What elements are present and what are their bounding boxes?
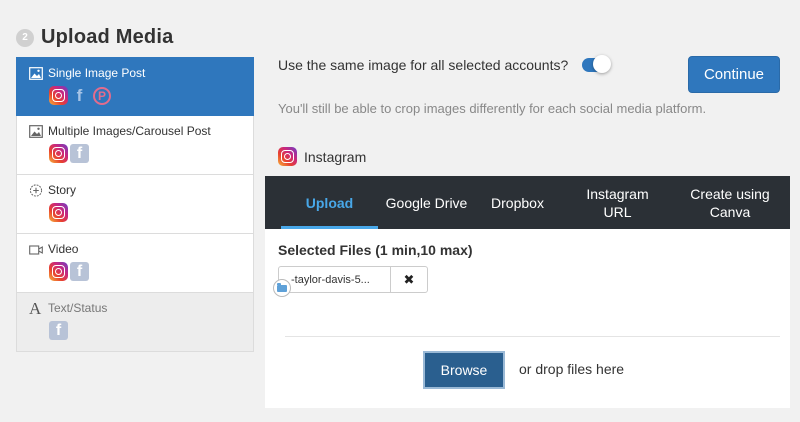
image-icon (29, 67, 43, 80)
page-title: Upload Media (41, 26, 174, 48)
pinterest-icon: P (93, 87, 111, 105)
network-name: Instagram (304, 148, 367, 165)
selected-file-chip: -taylor-davis-5... ✖ (278, 266, 428, 293)
network-header: Instagram (278, 147, 366, 166)
folder-icon (273, 279, 291, 297)
post-type-label: Video (48, 242, 79, 256)
facebook-icon: f (49, 321, 68, 340)
video-camera-icon (29, 245, 43, 255)
same-image-toggle[interactable] (582, 55, 612, 73)
post-type-list: Single Image Post f P Multiple Images/Ca… (16, 57, 254, 352)
step-header: 2 Upload Media (16, 26, 173, 49)
facebook-icon: f (70, 262, 89, 281)
instagram-icon (49, 86, 68, 105)
file-name: -taylor-davis-5... (279, 267, 391, 292)
upload-source-tabs: Upload Google Drive Dropbox Instagram UR… (265, 176, 790, 229)
instagram-icon (278, 147, 297, 166)
same-image-label: Use the same image for all selected acco… (278, 57, 569, 73)
upload-panel: Upload Google Drive Dropbox Instagram UR… (265, 176, 790, 408)
instagram-icon (49, 144, 68, 163)
drop-files-hint: or drop files here (519, 361, 625, 377)
images-icon (29, 125, 43, 138)
post-type-label: Text/Status (48, 301, 108, 315)
browse-button[interactable]: Browse (423, 351, 505, 389)
facebook-icon: f (76, 86, 83, 105)
same-image-row: Use the same image for all selected acco… (278, 55, 612, 73)
tab-instagram-url[interactable]: Instagram URL (560, 176, 675, 229)
close-icon: ✖ (403, 271, 415, 287)
divider (285, 336, 780, 337)
selected-files-label: Selected Files (1 min,10 max) (278, 242, 473, 258)
tab-dropbox[interactable]: Dropbox (475, 176, 560, 229)
facebook-icon: f (70, 144, 89, 163)
post-type-label: Story (48, 183, 77, 197)
crop-note: You'll still be able to crop images diff… (278, 101, 707, 116)
post-type-text-status[interactable]: A Text/Status f (16, 293, 254, 352)
story-plus-icon (29, 184, 43, 197)
instagram-icon (49, 203, 68, 222)
step-number-badge: 2 (16, 28, 34, 47)
post-type-single-image[interactable]: Single Image Post f P (16, 57, 254, 116)
continue-button[interactable]: Continue (688, 56, 780, 93)
post-type-video[interactable]: Video f (16, 234, 254, 293)
post-type-label: Multiple Images/Carousel Post (48, 124, 211, 138)
tab-create-using-canva[interactable]: Create using Canva (675, 176, 785, 229)
post-type-story[interactable]: Story (16, 175, 254, 234)
post-type-carousel[interactable]: Multiple Images/Carousel Post f (16, 116, 254, 175)
instagram-icon (49, 262, 68, 281)
tab-upload[interactable]: Upload (265, 176, 378, 229)
post-type-label: Single Image Post (48, 66, 146, 80)
text-a-icon: A (29, 299, 42, 318)
tab-google-drive[interactable]: Google Drive (378, 176, 475, 229)
remove-file-button[interactable]: ✖ (391, 267, 427, 292)
